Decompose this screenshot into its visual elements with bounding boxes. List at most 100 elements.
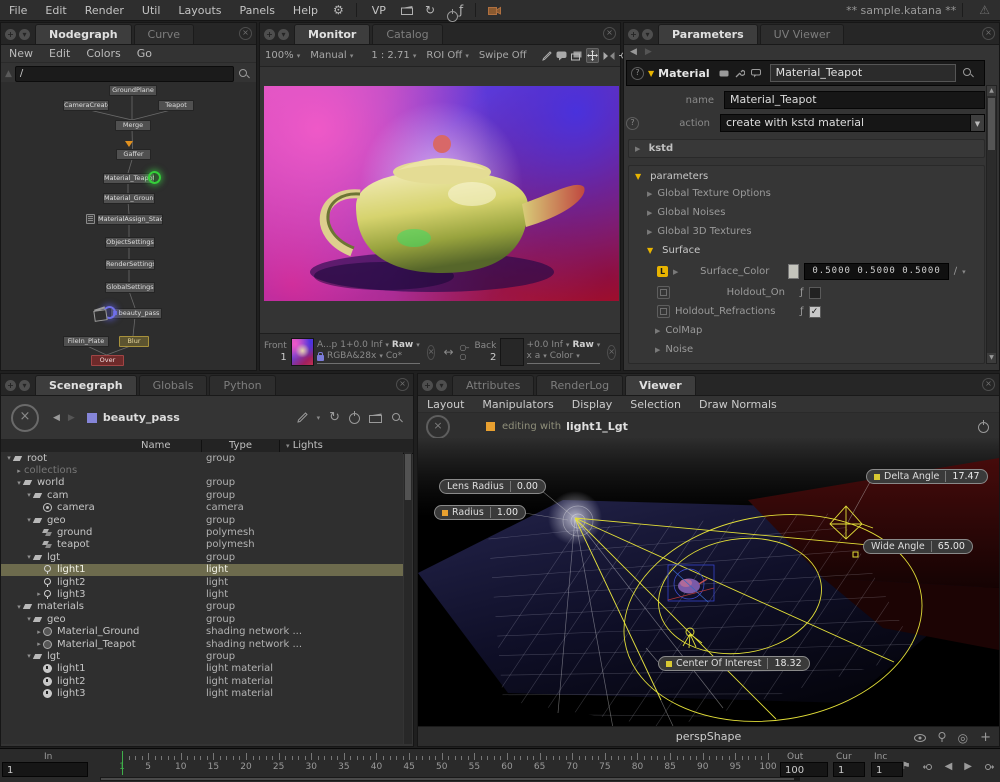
node-merge[interactable]: Merge [115, 120, 151, 131]
target-icon[interactable]: ◎ [958, 731, 968, 745]
pane-add-button[interactable]: + [422, 380, 433, 391]
channels-select[interactable]: RGBA&28x [327, 351, 376, 362]
render-camera-icon[interactable] [482, 5, 507, 15]
step-back-icon[interactable]: ◀ [945, 761, 953, 772]
current-frame-field[interactable]: 1 [833, 762, 865, 777]
column-lights[interactable]: ▾ Lights [286, 440, 323, 451]
node-teapot[interactable]: Teapot [158, 100, 194, 111]
tree-row-light1[interactable]: light1light [1, 564, 403, 576]
menubar-item-render[interactable]: Render [76, 4, 133, 17]
expand-icon[interactable]: ▼ [648, 69, 654, 78]
tree-row-lgt[interactable]: ▾lgtgroup [1, 551, 403, 563]
node-rendersettings[interactable]: RenderSettings [105, 259, 155, 270]
close-icon[interactable]: × [982, 27, 995, 40]
scroll-down-icon[interactable]: ▼ [987, 353, 996, 363]
node-material_ground[interactable]: Material_Ground [103, 193, 155, 204]
update-mode-select[interactable]: Manual ▾ [305, 50, 358, 61]
viewer-menu-manipulators[interactable]: Manipulators [473, 398, 562, 411]
tab-python[interactable]: Python [209, 375, 275, 395]
tree-row-materials[interactable]: ▾materialsgroup [1, 601, 403, 613]
layers-icon[interactable] [571, 49, 582, 62]
node-gaffer[interactable]: Gaffer [116, 149, 151, 160]
node-filein_plate[interactable]: FileIn_Plate [63, 336, 109, 347]
range-select[interactable]: Inf [371, 340, 383, 351]
chevron-right-icon[interactable]: ▶ [673, 268, 678, 276]
search-icon[interactable] [962, 67, 974, 79]
in-frame-field[interactable]: 1 [2, 762, 88, 777]
param-group-global-texture-options[interactable]: ▶Global Texture Options [629, 184, 984, 203]
tree-row-world[interactable]: ▾worldgroup [1, 477, 403, 489]
back-icon[interactable]: ◀ [630, 47, 637, 57]
nodegraph-menu-new[interactable]: New [1, 47, 41, 60]
pane-menu-button[interactable]: ▾ [278, 29, 289, 40]
link-buffers-icon[interactable]: ○–○ [458, 343, 471, 361]
surface-color-values[interactable]: 0.5000 0.5000 0.5000 [804, 263, 948, 280]
timeline-scrollbar[interactable] [100, 777, 800, 781]
param-group-surface[interactable]: ▼Surface [629, 241, 984, 260]
nodegraph-canvas[interactable]: GroundPlaneCameraCreateTeapotMergeGaffer… [1, 82, 256, 370]
front-buffer-index[interactable]: 1 [280, 352, 286, 363]
node-over[interactable]: Over [91, 355, 124, 366]
viewport-3d[interactable]: Lens Radius0.00 Radius1.00 Delta Angle17.4… [418, 438, 999, 728]
light-icon[interactable] [938, 732, 946, 743]
clear-back-icon[interactable]: × [607, 345, 616, 360]
expander-icon[interactable]: ▾ [15, 479, 23, 487]
pill-lens-radius[interactable]: Lens Radius0.00 [439, 479, 546, 494]
expander-icon[interactable]: ▸ [35, 640, 43, 648]
node-name-field[interactable]: Material_Teapot [770, 64, 956, 82]
clear-front-icon[interactable]: × [427, 345, 436, 360]
render-view[interactable] [264, 86, 619, 301]
monitor-icon[interactable] [369, 413, 382, 423]
pane-add-button[interactable]: + [628, 29, 639, 40]
pane-add-button[interactable]: + [5, 380, 16, 391]
clapper-icon[interactable] [395, 5, 419, 15]
refresh-icon[interactable]: ↻ [329, 410, 340, 425]
expression-toggle-icon[interactable]: ƒ [800, 287, 804, 298]
forward-icon[interactable]: ▶ [645, 47, 652, 57]
column-name[interactable]: Name [141, 440, 171, 451]
node-globalsettings[interactable]: GlobalSettings [105, 282, 155, 293]
pane-menu-button[interactable]: ▾ [642, 29, 653, 40]
tree-row-geo[interactable]: ▾geogroup [1, 514, 403, 526]
pane-menu-button[interactable]: ▾ [436, 380, 447, 391]
parameters-scrollbar[interactable]: ▲ ▼ [986, 85, 997, 364]
zoom-select[interactable]: 100% ▾ [260, 50, 305, 61]
power-icon[interactable] [349, 412, 360, 423]
chevron-down-icon[interactable]: ▾ [962, 268, 966, 276]
tree-row-ground[interactable]: groundpolymesh [1, 526, 403, 538]
warning-icon[interactable]: ⚠ [969, 3, 1000, 17]
pill-center-of-interest[interactable]: Center Of Interest18.32 [658, 656, 810, 671]
pill-delta-angle[interactable]: Delta Angle17.47 [866, 469, 988, 484]
help-icon[interactable]: ? [626, 117, 639, 130]
param-group-colmap[interactable]: ▶ColMap [629, 321, 984, 340]
scroll-up-icon[interactable]: ▲ [987, 86, 996, 96]
view-select[interactable]: Raw [572, 340, 593, 351]
menubar-item-help[interactable]: Help [284, 4, 327, 17]
mix-select[interactable]: x a [527, 351, 541, 362]
expander-icon[interactable]: ▾ [25, 615, 33, 623]
nodegraph-menu-go[interactable]: Go [129, 47, 160, 60]
close-icon[interactable]: × [396, 378, 409, 391]
tab-curve[interactable]: Curve [134, 24, 194, 44]
edit-flag-green[interactable] [148, 171, 161, 184]
menubar-item-edit[interactable]: Edit [36, 4, 75, 17]
back-icon[interactable]: ◀ [49, 413, 64, 423]
param-group-global-3d-textures[interactable]: ▶Global 3D Textures [629, 222, 984, 241]
action-dropdown[interactable]: create with kstd material ▼ [720, 114, 985, 132]
range-select[interactable]: Inf [551, 340, 563, 351]
tree-row-light2[interactable]: light2light material [1, 675, 403, 687]
pane-add-button[interactable]: + [264, 29, 275, 40]
out-frame-field[interactable]: 100 [780, 762, 828, 777]
aov-label[interactable]: A...p [317, 340, 337, 351]
expander-icon[interactable]: ▾ [25, 491, 33, 499]
tree-row-light1[interactable]: light1light material [1, 663, 403, 675]
param-group-global-noises[interactable]: ▶Global Noises [629, 203, 984, 222]
viewer-menu-draw-normals[interactable]: Draw Normals [690, 398, 786, 411]
exposure-value[interactable]: 1+0.0 [340, 340, 368, 351]
default-state-badge[interactable] [657, 286, 670, 299]
clear-selection-icon[interactable]: × [426, 415, 450, 439]
node-materialassign_stack[interactable]: MaterialAssign_Stack [97, 214, 163, 225]
kstd-group[interactable]: ▶ kstd [628, 139, 985, 158]
pill-radius[interactable]: Radius1.00 [434, 505, 526, 520]
swap-buffers-icon[interactable]: ↔ [439, 345, 457, 359]
